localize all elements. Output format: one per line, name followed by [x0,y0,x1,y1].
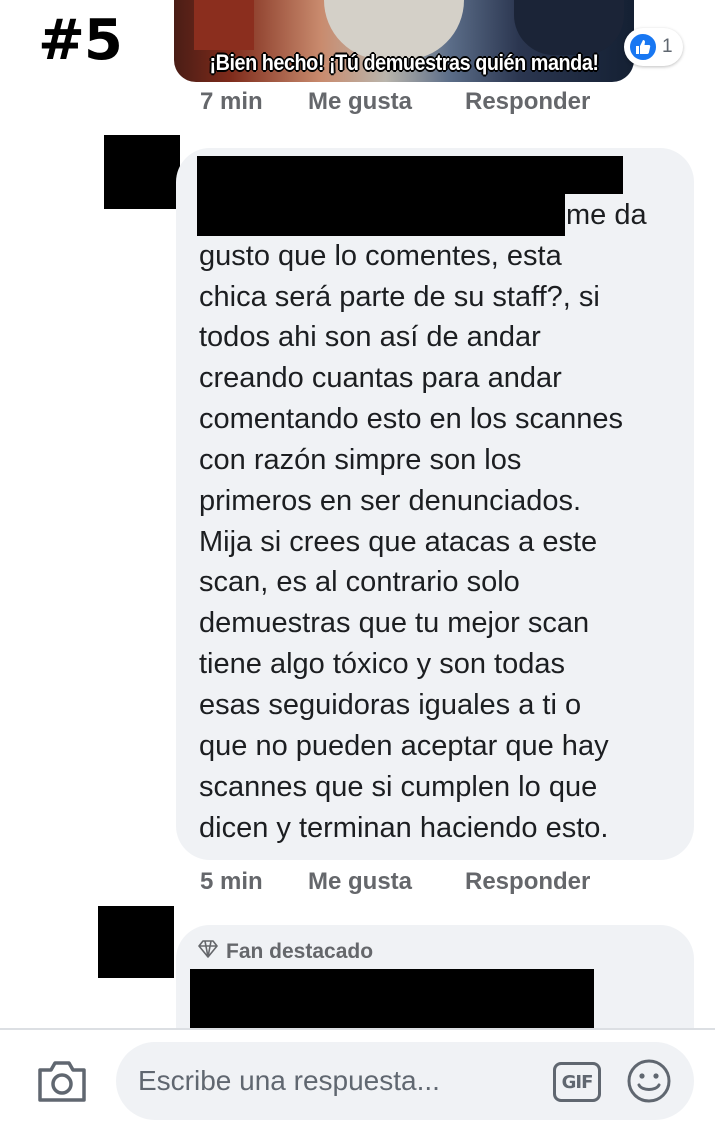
reply-button[interactable]: Responder [465,88,590,116]
redacted-text [197,194,565,236]
smiley-icon[interactable] [626,1058,672,1104]
fan-badge: Fan destacado [198,940,373,964]
comment-line: dicen y terminan haciendo esto. [199,812,609,844]
like-button[interactable]: Me gusta [308,868,465,896]
like-button[interactable]: Me gusta [308,88,465,116]
gif-image[interactable]: ¡Bien hecho! ¡Tú demuestras quién manda! [174,0,634,82]
comment-line: tiene algo tóxico y son todas [199,648,565,680]
reaction-count: 1 [662,36,673,57]
avatar[interactable] [104,135,180,209]
gif-figure-left [194,0,254,50]
comment-line: gusto que lo comentes, esta [199,240,562,272]
fan-badge-label: Fan destacado [226,940,374,963]
avatar[interactable] [98,906,174,978]
comment-line: scan, es al contrario solo [199,566,520,598]
number-tag: #5 [38,8,123,73]
gif-button[interactable]: GIF [553,1062,601,1102]
comment-line: primeros en ser denunciados. [199,485,582,517]
diamond-icon [198,940,218,964]
camera-icon[interactable] [36,1058,88,1104]
like-icon [628,32,658,62]
comment-time: 7 min [200,88,263,115]
comment-actions-1: 7 min Me gusta Responder [200,88,590,116]
reply-button[interactable]: Responder [465,868,590,896]
comment-line: comentando esto en los scannes [199,403,623,435]
comment-line: chica será parte de su staff?, si [199,281,600,313]
comment-line: Mija si crees que atacas a este [199,526,598,558]
comment-line: todos ahi son así de andar [199,321,541,353]
comment-line: scannes que si cumplen lo que [199,771,598,803]
comment-actions-2: 5 min Me gusta Responder [200,868,590,896]
comment-line: demuestras que tu mejor scan [199,607,590,639]
comment-line: me da [566,199,647,231]
comment-time: 5 min [200,868,263,895]
comment-line: creando cuantas para andar [199,362,562,394]
comment-line: esas seguidoras iguales a ti o [199,689,582,721]
reply-input[interactable] [138,1042,538,1120]
reply-field: GIF [116,1042,694,1120]
gif-figure-right [514,0,624,55]
reaction-summary[interactable]: 1 [624,28,683,66]
gif-caption: ¡Bien hecho! ¡Tú demuestras quién manda! [209,50,599,75]
comment-line: con razón simpre son los [199,444,522,476]
redacted-name [190,969,594,1029]
redacted-name [197,156,623,194]
comment-line: que no pueden aceptar que hay [199,730,609,762]
